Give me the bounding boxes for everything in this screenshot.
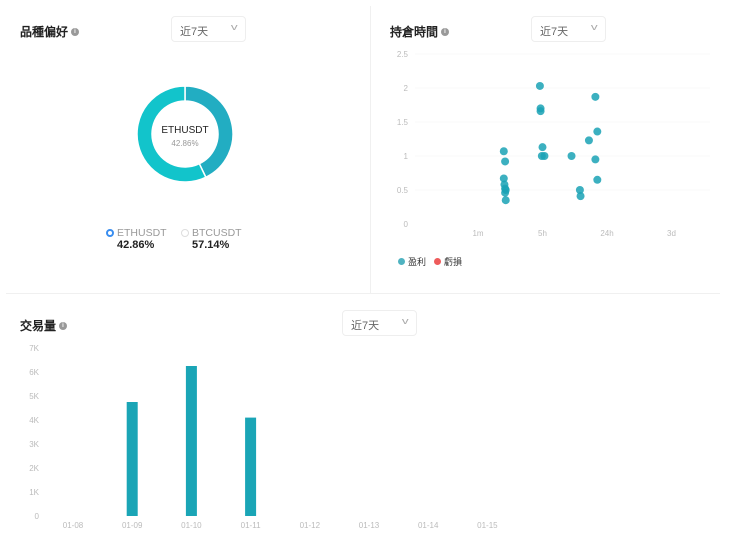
scatter-point xyxy=(536,107,545,116)
y-tick-label: 5K xyxy=(29,392,39,401)
volume-range-select[interactable]: 近7天 v xyxy=(342,310,417,336)
y-tick-label: 2.5 xyxy=(397,50,409,59)
scatter-point xyxy=(576,192,585,201)
scatter-point xyxy=(501,188,510,197)
legend-name: ETHUSDT xyxy=(117,227,167,239)
legend-item-btcusdt[interactable]: BTCUSDT 57.14% xyxy=(181,227,242,251)
radio-selected-icon xyxy=(106,229,114,237)
y-tick-label: 3K xyxy=(29,440,39,449)
x-tick-label: 01-08 xyxy=(63,521,84,530)
legend-item-loss[interactable]: 虧損 xyxy=(434,255,462,268)
scatter-point xyxy=(593,127,602,136)
divider-horizontal xyxy=(6,293,720,294)
scatter-point xyxy=(499,147,508,156)
chevron-down-icon: v xyxy=(401,316,409,326)
select-value: 近7天 xyxy=(180,26,209,38)
x-tick-label: 01-13 xyxy=(359,521,380,530)
scatter-point xyxy=(501,196,510,205)
donut-center-value: 42.86% xyxy=(171,139,199,148)
y-tick-label: 1 xyxy=(404,152,409,161)
y-tick-label: 0 xyxy=(404,220,409,229)
legend-value: 57.14% xyxy=(192,239,230,251)
info-icon[interactable]: i xyxy=(441,27,450,36)
scatter-point xyxy=(540,152,549,160)
x-tick-label: 01-11 xyxy=(241,521,261,530)
y-tick-label: 4K xyxy=(29,416,39,425)
variety-title: 品種偏好 i xyxy=(20,23,80,40)
legend-item-ethusdt[interactable]: ETHUSDT 42.86% xyxy=(106,227,167,251)
variety-range-select[interactable]: 近7天 v xyxy=(171,16,246,42)
bar-01-09 xyxy=(126,402,138,516)
holding-range-select[interactable]: 近7天 v xyxy=(531,16,606,42)
info-icon[interactable]: i xyxy=(71,27,80,36)
radio-unselected-icon xyxy=(181,229,189,237)
scatter-point xyxy=(591,92,600,101)
y-tick-label: 0 xyxy=(35,512,40,521)
y-tick-label: 2K xyxy=(29,464,39,473)
donut-center-label: ETHUSDT xyxy=(161,125,209,136)
y-tick-label: 7K xyxy=(29,344,39,353)
volume-title: 交易量 i xyxy=(20,317,68,334)
y-tick-label: 1.5 xyxy=(397,118,409,127)
scatter-point xyxy=(584,136,593,145)
x-tick-label: 01-10 xyxy=(181,521,202,530)
x-tick-label: 01-15 xyxy=(477,521,498,530)
x-tick-label: 01-09 xyxy=(122,521,143,530)
y-tick-label: 2 xyxy=(404,84,409,93)
y-tick-label: 6K xyxy=(29,368,39,377)
bar-01-10 xyxy=(185,366,197,516)
holding-legend: 盈利 虧損 xyxy=(398,255,462,268)
scatter-point xyxy=(501,157,510,166)
select-value: 近7天 xyxy=(540,26,569,38)
profit-dot-icon xyxy=(398,258,405,265)
scatter-point xyxy=(538,143,547,152)
chevron-down-icon: v xyxy=(230,22,238,32)
loss-dot-icon xyxy=(434,258,442,265)
x-tick-label: 1m xyxy=(472,229,483,238)
info-icon[interactable]: i xyxy=(59,321,68,330)
chevron-down-icon: v xyxy=(590,22,598,32)
legend-name: 盈利 xyxy=(408,257,427,267)
scatter-point xyxy=(567,152,576,160)
select-value: 近7天 xyxy=(351,320,380,332)
holding-title: 持倉時間 i xyxy=(390,23,450,40)
x-tick-label: 01-14 xyxy=(418,521,439,530)
x-tick-label: 5h xyxy=(538,229,547,238)
scatter-point xyxy=(591,155,600,164)
legend-name: BTCUSDT xyxy=(192,227,242,239)
scatter-point xyxy=(535,81,544,90)
legend-value: 42.86% xyxy=(117,239,155,251)
holding-title-text: 持倉時間 xyxy=(390,25,439,39)
scatter-point xyxy=(593,175,602,184)
variety-title-text: 品種偏好 xyxy=(20,25,69,39)
holding-scatter-chart: 0 0.5 1 1.5 2 2.5 1m 5h 24h 3d xyxy=(397,50,710,238)
volume-title-text: 交易量 xyxy=(20,319,57,333)
x-tick-label: 24h xyxy=(600,229,613,238)
y-tick-label: 0.5 xyxy=(397,186,409,195)
x-tick-label: 01-12 xyxy=(300,521,321,530)
legend-name: 虧損 xyxy=(444,257,463,267)
legend-item-profit[interactable]: 盈利 xyxy=(398,255,426,268)
volume-bar-chart: 0 1K 2K 3K 4K 5K 6K 7K 01-08 01-09 01-10 01-11 01-12… xyxy=(29,344,498,530)
x-tick-label: 3d xyxy=(667,229,676,238)
bar-01-11 xyxy=(245,417,257,516)
y-tick-label: 1K xyxy=(29,488,39,497)
